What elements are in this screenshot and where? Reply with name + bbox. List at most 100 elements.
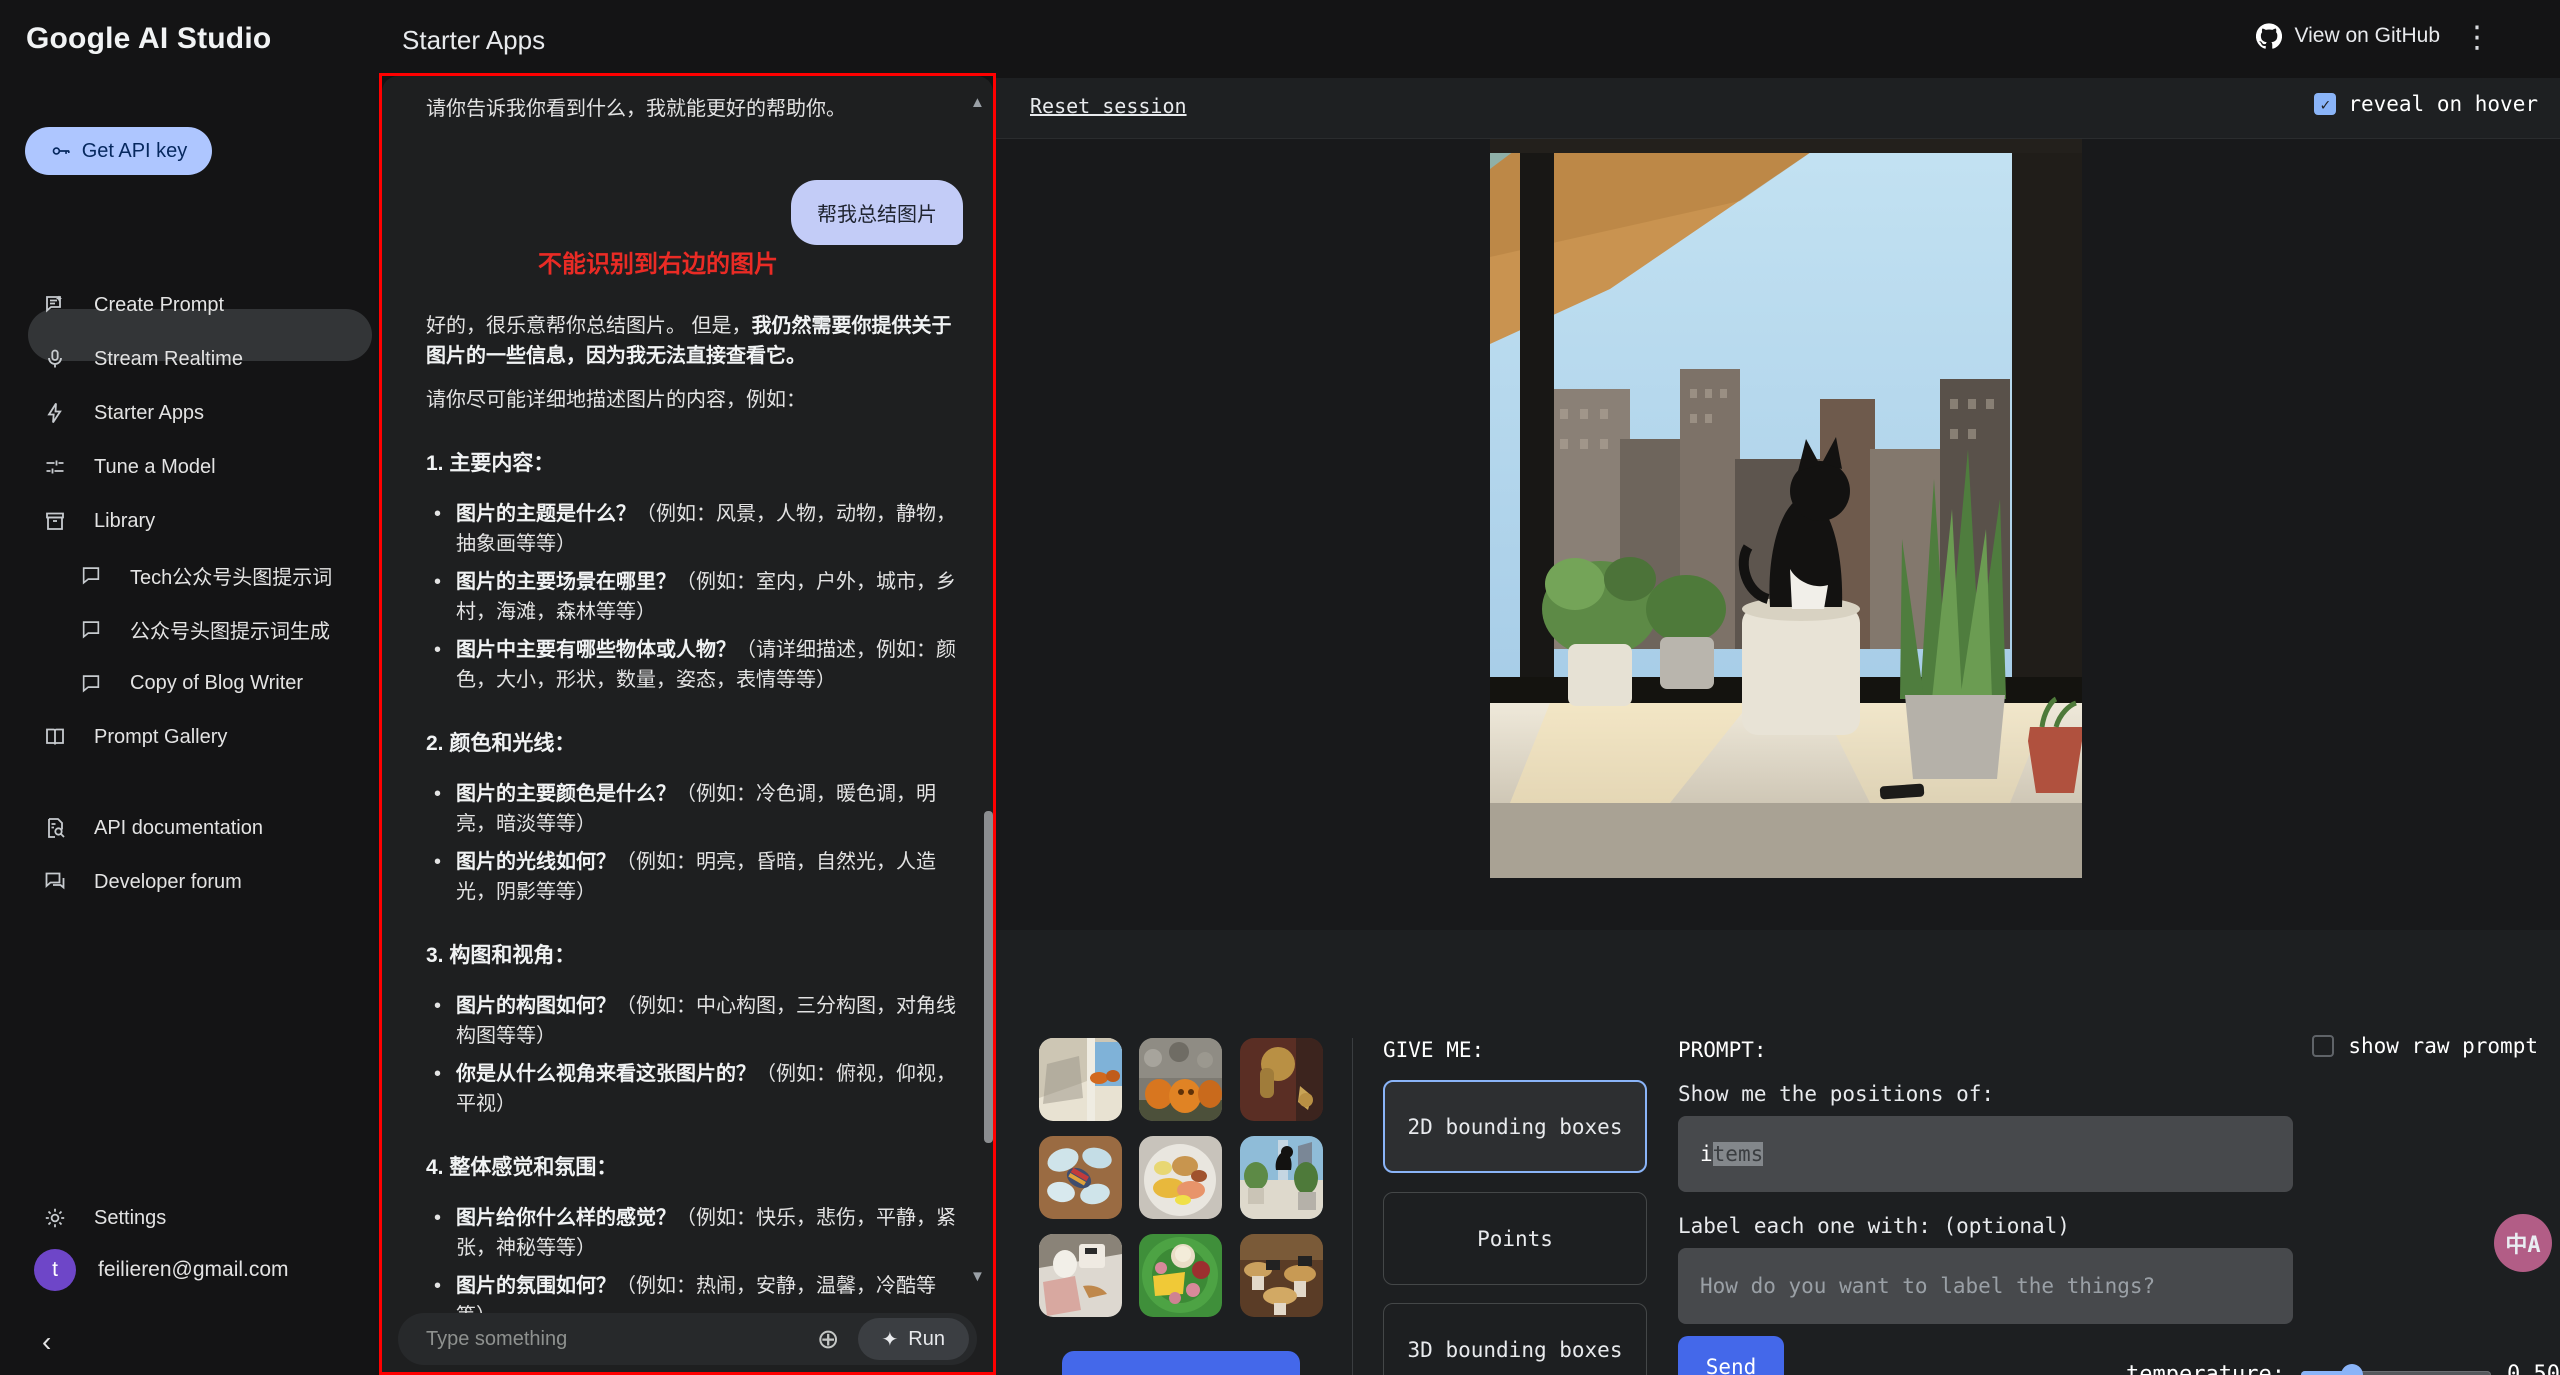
example-image-thumbnail[interactable] (1039, 1136, 1122, 1219)
section-title: 4. 整体感觉和氛围： (426, 1153, 960, 1183)
account-email: feilieren@gmail.com (98, 1258, 289, 1282)
chat-scrollbar[interactable] (984, 811, 993, 1143)
example-image-thumbnail[interactable] (1240, 1038, 1323, 1121)
bullet-item: 图片给你什么样的感觉？（例如：快乐，悲伤，平静，紧张，神秘等等） (426, 1203, 960, 1263)
assistant-reply: 好的，很乐意帮你总结图片。 但是，我仍然需要你提供关于图片的一些信息，因为我无法… (426, 311, 960, 1339)
forum-bubbles-icon (42, 869, 68, 895)
chat-input-bar: ⊕ ✦ Run (398, 1313, 977, 1365)
temperature-label: temperature: (2126, 1362, 2285, 1375)
annotation-text: 不能识别到右边的图片 (538, 244, 778, 279)
temperature-slider[interactable] (2301, 1371, 2491, 1375)
sidebar-item-library-child-1[interactable]: Tech公众号头图提示词 (0, 548, 375, 602)
tune-sliders-icon (42, 454, 68, 480)
view-on-github-label: View on GitHub (2294, 24, 2440, 48)
chat-bubble-icon (78, 562, 104, 588)
sidebar-item-stream-realtime[interactable]: Stream Realtime (0, 332, 375, 386)
create-prompt-icon (42, 292, 68, 318)
reveal-on-hover-control[interactable]: ✓ reveal on hover (2314, 92, 2538, 116)
sidebar-item-developer-forum[interactable]: Developer forum (0, 855, 375, 909)
more-menu-icon[interactable]: ⋮ (2462, 18, 2492, 58)
reset-session-link[interactable]: Reset session (1030, 94, 1187, 118)
temperature-control: temperature: 0.50 (2126, 1362, 2560, 1375)
prompt-label: PROMPT: (1678, 1038, 1767, 1062)
bullet-item: 图片的主要颜色是什么？（例如：冷色调，暖色调，明亮，暗淡等等） (426, 779, 960, 839)
session-toolbar: Reset session ✓ reveal on hover (996, 78, 2560, 139)
send-button[interactable]: Send (1678, 1336, 1784, 1375)
example-image-thumbnail[interactable] (1039, 1234, 1122, 1317)
chat-text-input[interactable] (424, 1327, 817, 1352)
label-input[interactable]: How do you want to label the things? (1678, 1248, 2293, 1324)
temperature-value: 0.50 (2507, 1362, 2560, 1375)
section-title: 2. 颜色和光线： (426, 729, 960, 759)
app-window: Google AI Studio Starter Apps View on Gi… (0, 0, 2560, 1375)
page-title: Starter Apps (402, 25, 545, 56)
sidebar-item-library-child-3[interactable]: Copy of Blog Writer (0, 656, 375, 710)
example-image-thumbnail[interactable] (1139, 1234, 1222, 1317)
sparkle-icon: ✦ (882, 1327, 899, 1352)
example-image-thumbnail[interactable] (1039, 1038, 1122, 1121)
bullet-item: 图片的主题是什么？（例如：风景，人物，动物，静物，抽象画等等） (426, 499, 960, 559)
example-image-thumbnail[interactable] (1240, 1136, 1323, 1219)
divider (1352, 1038, 1353, 1375)
show-raw-prompt-control[interactable]: show raw prompt (2312, 1034, 2538, 1058)
account-row[interactable]: t feilieren@gmail.com (0, 1243, 375, 1297)
prompt-input[interactable]: items (1678, 1116, 2293, 1192)
avatar: t (34, 1249, 76, 1291)
get-api-key-button[interactable]: Get API key (25, 127, 212, 175)
sidebar-item-library[interactable]: Library (0, 494, 375, 548)
gear-icon (42, 1205, 68, 1231)
label-each-one-text: Label each one with: (optional) (1678, 1214, 2070, 1238)
sidebar-item-library-child-2[interactable]: 公众号头图提示词生成 (0, 602, 375, 656)
run-button[interactable]: ✦ Run (858, 1318, 969, 1360)
selected-text: tems (1713, 1142, 1764, 1166)
bullet-item: 图片中主要有哪些物体或人物？（请详细描述，例如：颜色，大小，形状，数量，姿态，表… (426, 635, 960, 695)
reply-paragraph: 好的，很乐意帮你总结图片。 但是，我仍然需要你提供关于图片的一些信息，因为我无法… (426, 311, 960, 371)
book-icon (42, 724, 68, 750)
bullet-item: 图片的光线如何？（例如：明亮，昏暗，自然光，人造光，阴影等等） (426, 847, 960, 907)
view-on-github-link[interactable]: View on GitHub (2256, 23, 2440, 49)
spatial-understanding-panel: Reset session ✓ reveal on hover (996, 78, 2560, 1375)
prompt-intro-text: Show me the positions of: (1678, 1082, 1994, 1106)
example-image-thumbnail[interactable] (1240, 1234, 1323, 1317)
scroll-down-icon[interactable]: ▼ (970, 1268, 985, 1285)
section-title: 1. 主要内容： (426, 449, 960, 479)
sidebar: Get API key Create Prompt Stream Realtim… (0, 78, 375, 1375)
sidebar-item-api-documentation[interactable]: API documentation (0, 801, 375, 855)
sidebar-item-starter-apps[interactable]: Starter Apps (0, 386, 375, 440)
add-attachment-icon[interactable]: ⊕ (817, 1324, 840, 1355)
sidebar-item-prompt-gallery[interactable]: Prompt Gallery (0, 710, 375, 764)
chat-bubble-icon (78, 670, 104, 696)
collapse-sidebar-chevron[interactable]: ‹ (42, 1326, 51, 1358)
mode-3d-bounding-boxes[interactable]: 3D bounding boxes (1383, 1303, 1647, 1375)
sidebar-item-tune-a-model[interactable]: Tune a Model (0, 440, 375, 494)
slider-thumb[interactable] (2341, 1364, 2363, 1375)
upload-image-button[interactable]: Upload an image (1062, 1351, 1300, 1375)
mode-points[interactable]: Points (1383, 1192, 1647, 1285)
doc-search-icon (42, 815, 68, 841)
top-bar: Google AI Studio Starter Apps View on Gi… (0, 0, 2560, 78)
chat-bubble-icon (78, 616, 104, 642)
mode-2d-bounding-boxes[interactable]: 2D bounding boxes (1383, 1080, 1647, 1173)
sidebar-item-settings[interactable]: Settings (0, 1191, 375, 1245)
checkbox-unchecked-icon[interactable] (2312, 1035, 2334, 1057)
reply-paragraph: 请你尽可能详细地描述图片的内容，例如： (426, 385, 960, 415)
example-image-thumbnail[interactable] (1139, 1136, 1222, 1219)
microphone-icon (42, 346, 68, 372)
scroll-up-icon[interactable]: ▲ (970, 94, 985, 111)
section-title: 3. 构图和视角： (426, 941, 960, 971)
main-image-cat-on-windowsill[interactable] (1490, 139, 2082, 878)
github-icon (2256, 23, 2282, 49)
chat-surface: 请你告诉我你看到什么，我就能更好的帮助你。 ▲ 帮我总结图片 不能识别到右边的图… (382, 76, 993, 1372)
checkbox-checked-icon[interactable]: ✓ (2314, 93, 2336, 115)
user-message-bubble: 帮我总结图片 (791, 180, 963, 245)
bullet-item: 你是从什么视角来看这张图片的？（例如：俯视，仰视，平视） (426, 1059, 960, 1119)
bullet-item: 图片的构图如何？（例如：中心构图，三分构图，对角线构图等等） (426, 991, 960, 1051)
sidebar-item-create-prompt[interactable]: Create Prompt (0, 278, 375, 332)
app-logo[interactable]: Google AI Studio (26, 22, 271, 56)
controls-bar: Upload an image GIVE ME: 2D bounding box… (996, 930, 2560, 1375)
bullet-item: 图片的主要场景在哪里？（例如：室内，户外，城市，乡村，海滩，森林等等） (426, 567, 960, 627)
key-icon (50, 140, 72, 162)
example-image-thumbnail[interactable] (1139, 1038, 1222, 1121)
assistant-intro-text: 请你告诉我你看到什么，我就能更好的帮助你。 (426, 92, 846, 121)
translate-icon[interactable]: 中A (2494, 1214, 2552, 1272)
